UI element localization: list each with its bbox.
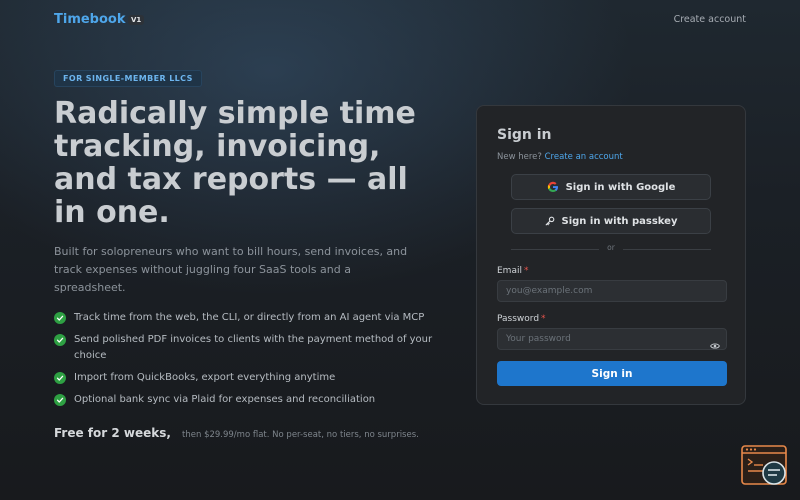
check-circle-icon xyxy=(54,372,66,384)
eye-icon[interactable] xyxy=(710,335,720,349)
pricing-details: then $29.99/mo flat. No per-seat, no tie… xyxy=(182,430,419,440)
or-divider: or xyxy=(511,243,711,255)
feedback-widget-icon[interactable] xyxy=(741,445,789,487)
password-label: Password * xyxy=(497,314,546,324)
required-marker: * xyxy=(541,314,546,324)
check-circle-icon xyxy=(54,334,66,346)
password-field[interactable] xyxy=(497,328,727,350)
google-icon xyxy=(547,181,559,193)
feature-item: Track time from the web, the CLI, or dir… xyxy=(54,310,444,326)
feature-item: Send polished PDF invoices to clients wi… xyxy=(54,332,444,364)
top-bar: Timebook V1 Create account xyxy=(0,0,800,40)
password-label-text: Password xyxy=(497,314,540,324)
sign-in-card: Sign in New here? Create an account Sign… xyxy=(476,105,746,405)
feature-text: Optional bank sync via Plaid for expense… xyxy=(74,394,376,405)
hero-description: Built for solopreneurs who want to bill … xyxy=(54,245,408,294)
feature-text: Track time from the web, the CLI, or dir… xyxy=(74,312,425,323)
divider-line-right xyxy=(623,249,711,250)
pricing-line: Free for 2 weeks, then $29.99/mo flat. N… xyxy=(54,422,419,441)
email-field[interactable] xyxy=(497,280,727,302)
feature-item: Optional bank sync via Plaid for expense… xyxy=(54,392,444,408)
google-sign-in-button[interactable]: Sign in with Google xyxy=(511,174,711,200)
new-here-label: New here? xyxy=(497,152,542,162)
check-circle-icon xyxy=(54,394,66,406)
email-label: Email * xyxy=(497,266,528,276)
feature-item: Import from QuickBooks, export everythin… xyxy=(54,370,444,386)
sign-in-submit-button[interactable]: Sign in xyxy=(497,361,727,386)
feature-text: Import from QuickBooks, export everythin… xyxy=(74,372,336,383)
app-logo[interactable]: Timebook xyxy=(54,12,126,27)
required-marker: * xyxy=(523,266,529,276)
pricing-main: Free for 2 weeks, xyxy=(54,426,171,440)
sign-in-title: Sign in xyxy=(497,127,552,143)
passkey-sign-in-button[interactable]: Sign in with passkey xyxy=(511,208,711,234)
new-here-text: New here? Create an account xyxy=(497,152,623,162)
feature-text: Send polished PDF invoices to clients wi… xyxy=(74,334,433,361)
google-button-label: Sign in with Google xyxy=(565,181,676,193)
create-account-inline-link[interactable]: Create an account xyxy=(545,152,623,162)
feature-list: Track time from the web, the CLI, or dir… xyxy=(54,310,444,414)
check-circle-icon xyxy=(54,312,66,324)
divider-text: or xyxy=(607,243,615,252)
passkey-button-label: Sign in with passkey xyxy=(561,215,678,227)
version-badge: V1 xyxy=(128,15,145,25)
email-label-text: Email xyxy=(497,266,522,276)
key-icon xyxy=(545,216,555,226)
create-account-link[interactable]: Create account xyxy=(674,14,746,25)
hero-title: Radically simple time tracking, invoicin… xyxy=(54,96,416,230)
audience-badge: FOR SINGLE-MEMBER LLCS xyxy=(54,70,202,87)
